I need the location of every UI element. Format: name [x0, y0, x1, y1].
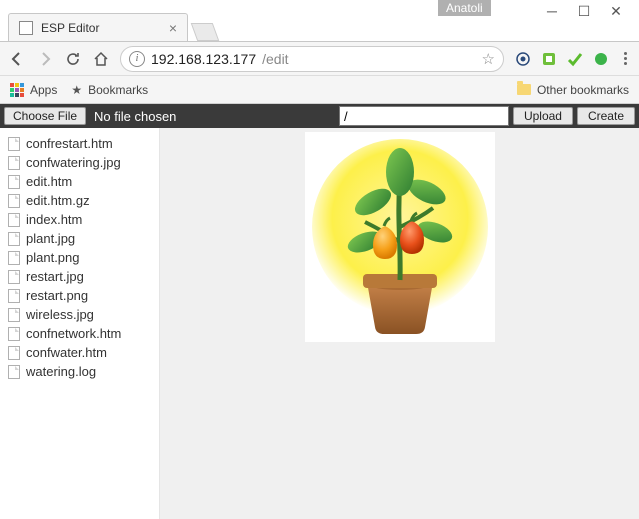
- close-window-button[interactable]: ✕: [609, 4, 623, 18]
- file-name: plant.jpg: [26, 231, 75, 246]
- file-name: confwatering.jpg: [26, 155, 121, 170]
- titlebar: [0, 0, 639, 12]
- file-name: edit.htm.gz: [26, 193, 90, 208]
- file-name: wireless.jpg: [26, 307, 94, 322]
- page-icon: [19, 21, 33, 35]
- reload-button[interactable]: [64, 50, 82, 68]
- file-item[interactable]: plant.png: [0, 248, 159, 267]
- file-icon: [8, 213, 20, 227]
- upload-button[interactable]: Upload: [513, 107, 573, 125]
- maximize-button[interactable]: ☐: [577, 4, 591, 18]
- file-icon: [8, 137, 20, 151]
- file-item[interactable]: restart.png: [0, 286, 159, 305]
- user-badge[interactable]: Anatoli: [438, 0, 491, 16]
- file-icon: [8, 365, 20, 379]
- extension-icons: [514, 50, 610, 68]
- file-item[interactable]: index.htm: [0, 210, 159, 229]
- file-name: edit.htm: [26, 174, 72, 189]
- file-icon: [8, 194, 20, 208]
- minimize-button[interactable]: ─: [545, 4, 559, 18]
- home-button[interactable]: [92, 50, 110, 68]
- bookmarks-shortcut[interactable]: ★ Bookmarks: [71, 83, 148, 97]
- browser-toolbar: i 192.168.123.177/edit ☆: [0, 42, 639, 76]
- apps-label: Apps: [30, 83, 57, 97]
- file-item[interactable]: confrestart.htm: [0, 134, 159, 153]
- new-tab-button[interactable]: [191, 23, 220, 41]
- file-name: confwater.htm: [26, 345, 107, 360]
- file-name: confrestart.htm: [26, 136, 113, 151]
- path-input[interactable]: [339, 106, 509, 126]
- window-controls: ─ ☐ ✕: [545, 4, 639, 18]
- url-host: 192.168.123.177: [151, 51, 256, 67]
- extension-check-icon[interactable]: [566, 50, 584, 68]
- file-icon: [8, 156, 20, 170]
- create-button[interactable]: Create: [577, 107, 635, 125]
- no-file-label: No file chosen: [86, 109, 184, 124]
- apps-shortcut[interactable]: Apps: [10, 83, 57, 97]
- file-icon: [8, 346, 20, 360]
- file-name: plant.png: [26, 250, 80, 265]
- tab-esp-editor[interactable]: ESP Editor ×: [8, 13, 188, 41]
- bookmarks-bar: Apps ★ Bookmarks Other bookmarks: [0, 76, 639, 104]
- file-name: confnetwork.htm: [26, 326, 121, 341]
- close-tab-icon[interactable]: ×: [169, 20, 177, 36]
- file-icon: [8, 232, 20, 246]
- file-item[interactable]: confwatering.jpg: [0, 153, 159, 172]
- file-icon: [8, 175, 20, 189]
- file-item[interactable]: restart.jpg: [0, 267, 159, 286]
- url-path: /edit: [262, 51, 288, 67]
- editor-content: confrestart.htm confwatering.jpg edit.htm e…: [0, 128, 639, 519]
- other-bookmarks-label: Other bookmarks: [537, 83, 629, 97]
- extension-dot-icon[interactable]: [592, 50, 610, 68]
- file-icon: [8, 289, 20, 303]
- file-name: watering.log: [26, 364, 96, 379]
- editor-action-bar: Choose File No file chosen Upload Create: [0, 104, 639, 128]
- site-info-icon[interactable]: i: [129, 51, 145, 67]
- file-icon: [8, 327, 20, 341]
- bookmark-star-icon[interactable]: ☆: [482, 50, 495, 68]
- extension-green-icon[interactable]: [540, 50, 558, 68]
- browser-menu-button[interactable]: [620, 52, 631, 65]
- address-bar[interactable]: i 192.168.123.177/edit ☆: [120, 46, 504, 72]
- tab-strip: ESP Editor ×: [0, 12, 639, 42]
- back-button[interactable]: [8, 50, 26, 68]
- file-item[interactable]: confwater.htm: [0, 343, 159, 362]
- star-icon: ★: [71, 83, 82, 97]
- folder-icon: [517, 84, 531, 95]
- bookmarks-label: Bookmarks: [88, 83, 148, 97]
- file-item[interactable]: wireless.jpg: [0, 305, 159, 324]
- file-icon: [8, 251, 20, 265]
- file-item[interactable]: edit.htm.gz: [0, 191, 159, 210]
- file-name: restart.jpg: [26, 269, 84, 284]
- file-name: restart.png: [26, 288, 88, 303]
- other-bookmarks[interactable]: Other bookmarks: [517, 83, 629, 97]
- choose-file-button[interactable]: Choose File: [4, 107, 86, 125]
- file-name: index.htm: [26, 212, 82, 227]
- plant-image: [305, 132, 495, 342]
- apps-icon: [10, 83, 24, 97]
- file-item[interactable]: plant.jpg: [0, 229, 159, 248]
- extension-shield-icon[interactable]: [514, 50, 532, 68]
- preview-pane: [160, 128, 639, 519]
- file-item[interactable]: watering.log: [0, 362, 159, 381]
- file-item[interactable]: confnetwork.htm: [0, 324, 159, 343]
- file-item[interactable]: edit.htm: [0, 172, 159, 191]
- forward-button[interactable]: [36, 50, 54, 68]
- file-icon: [8, 270, 20, 284]
- file-icon: [8, 308, 20, 322]
- tab-title: ESP Editor: [41, 21, 161, 35]
- file-list[interactable]: confrestart.htm confwatering.jpg edit.htm e…: [0, 128, 160, 519]
